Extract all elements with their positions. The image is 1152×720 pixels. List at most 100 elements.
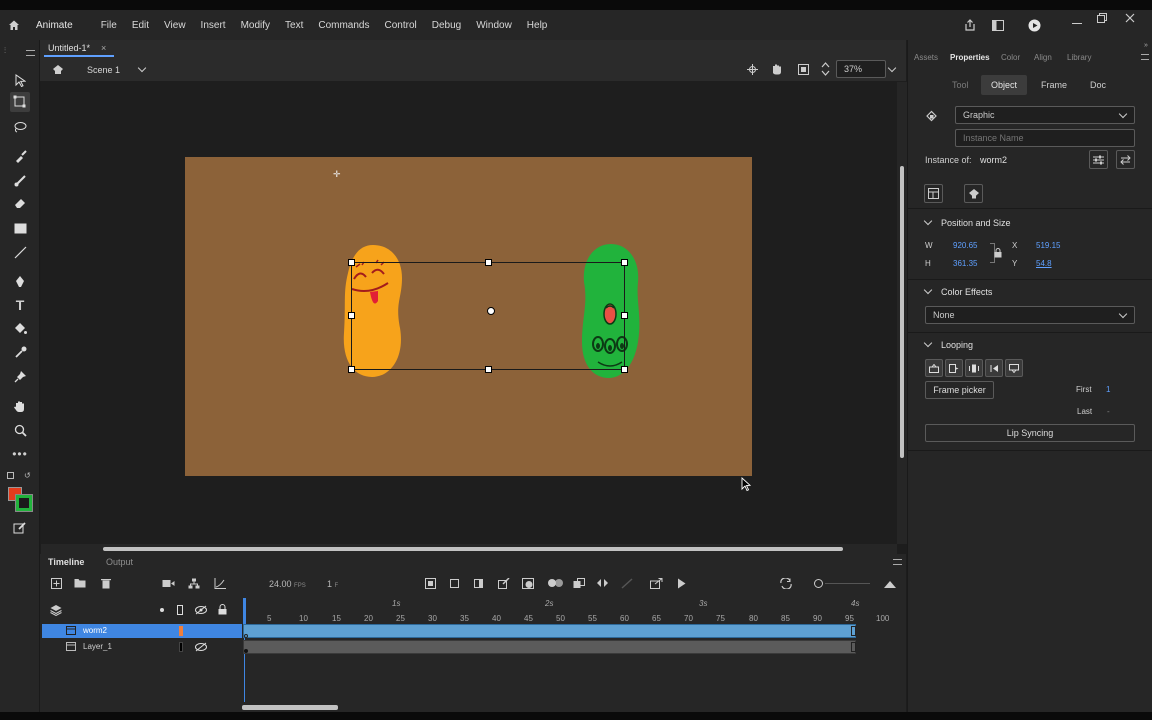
stage-horizontal-scrollbar[interactable] [41,544,897,554]
share-icon[interactable] [963,18,977,32]
new-folder-icon[interactable] [74,577,86,589]
menu-window[interactable]: Window [476,20,512,31]
tab-assets[interactable]: Assets [914,53,938,62]
selection-bounding-box[interactable] [351,262,625,370]
tab-color[interactable]: Color [1001,53,1020,62]
looping-title[interactable]: Looping [941,340,973,350]
insert-blank-keyframe-icon[interactable] [450,579,459,588]
loop-playback-icon[interactable] [649,577,663,589]
timeline-zoom-slider[interactable] [825,583,870,584]
eraser-tool-icon[interactable] [10,193,30,213]
lock-proportions-icon[interactable] [993,247,1003,258]
pin-tool-icon[interactable] [10,366,30,386]
zoom-dropdown-chevron-icon[interactable] [887,63,897,73]
transform-handle-bottom-left[interactable] [348,366,355,373]
menu-edit[interactable]: Edit [132,20,149,31]
keyframe-start-layer-1[interactable] [244,649,248,653]
menu-debug[interactable]: Debug [432,20,461,31]
rotate-stage-icon[interactable] [770,63,783,75]
new-layer-icon[interactable] [50,577,62,589]
convert-symbol-button[interactable] [924,184,943,203]
menu-view[interactable]: View [164,20,186,31]
insert-classic-tween-icon[interactable] [596,577,609,589]
minimize-button[interactable] [1072,23,1082,24]
transform-handle-top-right[interactable] [621,259,628,266]
tab-align[interactable]: Align [1034,53,1052,62]
timeline-zoom-knob[interactable] [814,579,823,588]
layer-name-worm2[interactable]: worm2 [83,626,107,635]
default-colors-icon[interactable]: ↺ [24,471,31,480]
color-effect-dropdown[interactable]: None [925,306,1135,324]
hand-tool-icon[interactable] [10,396,30,416]
menu-control[interactable]: Control [385,20,417,31]
layer-name-layer-1[interactable]: Layer_1 [83,642,112,651]
swap-colors-icon[interactable] [7,472,14,479]
layer-hidden-icon[interactable] [194,641,207,652]
play-icon[interactable] [675,577,687,589]
free-transform-tool-icon[interactable] [10,92,30,112]
center-stage-icon[interactable] [746,63,758,75]
zoom-tool-icon[interactable] [10,420,30,440]
height-value[interactable]: 361.35 [953,259,977,268]
frame-span-end-layer-1[interactable] [851,642,856,652]
transform-point[interactable] [487,307,495,315]
close-window-button[interactable] [1124,12,1136,24]
panel-collapse-icon[interactable]: » [1144,42,1148,49]
current-frame-number[interactable]: 1 [327,579,332,589]
play-reverse-once-button[interactable] [985,359,1003,377]
frames-row-layer-1[interactable] [243,640,856,654]
test-movie-icon[interactable] [1027,18,1041,32]
timeline-resize-icon[interactable] [883,577,896,589]
loop-mode-button[interactable] [925,359,943,377]
layer-color-layer-1[interactable] [179,642,183,652]
layer-color-worm2[interactable] [179,626,183,636]
subtab-doc[interactable]: Doc [1090,80,1106,90]
first-frame-value[interactable]: 1 [1106,385,1110,394]
menu-file[interactable]: File [101,20,117,31]
transform-handle-right[interactable] [621,312,628,319]
show-hide-layers-icon[interactable] [194,604,207,615]
menu-help[interactable]: Help [527,20,548,31]
instance-name-input[interactable] [955,129,1135,147]
selection-tool-icon[interactable] [10,70,30,90]
edit-toolbar-icon[interactable] [10,517,30,537]
menu-insert[interactable]: Insert [201,20,226,31]
tab-library[interactable]: Library [1067,53,1091,62]
transform-handle-top[interactable] [485,259,492,266]
zoom-stepper-icon[interactable] [820,61,830,77]
document-tab-close-icon[interactable]: × [101,43,106,53]
paint-bucket-tool-icon[interactable] [10,318,30,338]
panel-menu-icon[interactable] [1141,54,1149,60]
line-tool-icon[interactable] [10,242,30,262]
last-frame-value[interactable]: - [1107,407,1110,416]
motion-tween-icon[interactable] [572,577,585,589]
menu-modify[interactable]: Modify [241,20,270,31]
lock-layers-icon[interactable] [217,603,228,615]
rectangle-tool-icon[interactable] [10,218,30,238]
zoom-field[interactable]: 37% [836,60,886,78]
edit-multiple-frames-icon[interactable] [497,577,510,589]
frames-row-worm2[interactable] [243,624,856,638]
timeline-horizontal-scroll-thumb[interactable] [242,705,338,710]
subtab-frame[interactable]: Frame [1041,80,1067,90]
tab-properties[interactable]: Properties [950,53,990,62]
frame-picker-button[interactable]: Frame picker [925,381,994,399]
stage-vertical-scrollbar[interactable] [897,82,907,544]
scene-dropdown-chevron-icon[interactable] [137,63,147,73]
menu-commands[interactable]: Commands [318,20,369,31]
play-once-button[interactable] [945,359,963,377]
eyedropper-tool-icon[interactable] [10,342,30,362]
delete-layer-icon[interactable] [100,577,112,589]
graph-icon[interactable] [213,577,226,589]
symbol-type-dropdown[interactable]: Graphic [955,106,1135,124]
more-tools-icon[interactable]: ••• [10,444,30,464]
single-frame-button[interactable] [965,359,983,377]
fps-value[interactable]: 24.00 FPS [269,579,306,589]
color-effects-chevron-icon[interactable] [923,285,933,295]
tools-menu-icon[interactable] [26,50,35,56]
horizontal-scroll-thumb[interactable] [103,547,843,551]
transform-handle-bottom[interactable] [485,366,492,373]
transform-handle-left[interactable] [348,312,355,319]
looping-chevron-icon[interactable] [923,338,933,348]
width-value[interactable]: 920.65 [953,241,977,250]
